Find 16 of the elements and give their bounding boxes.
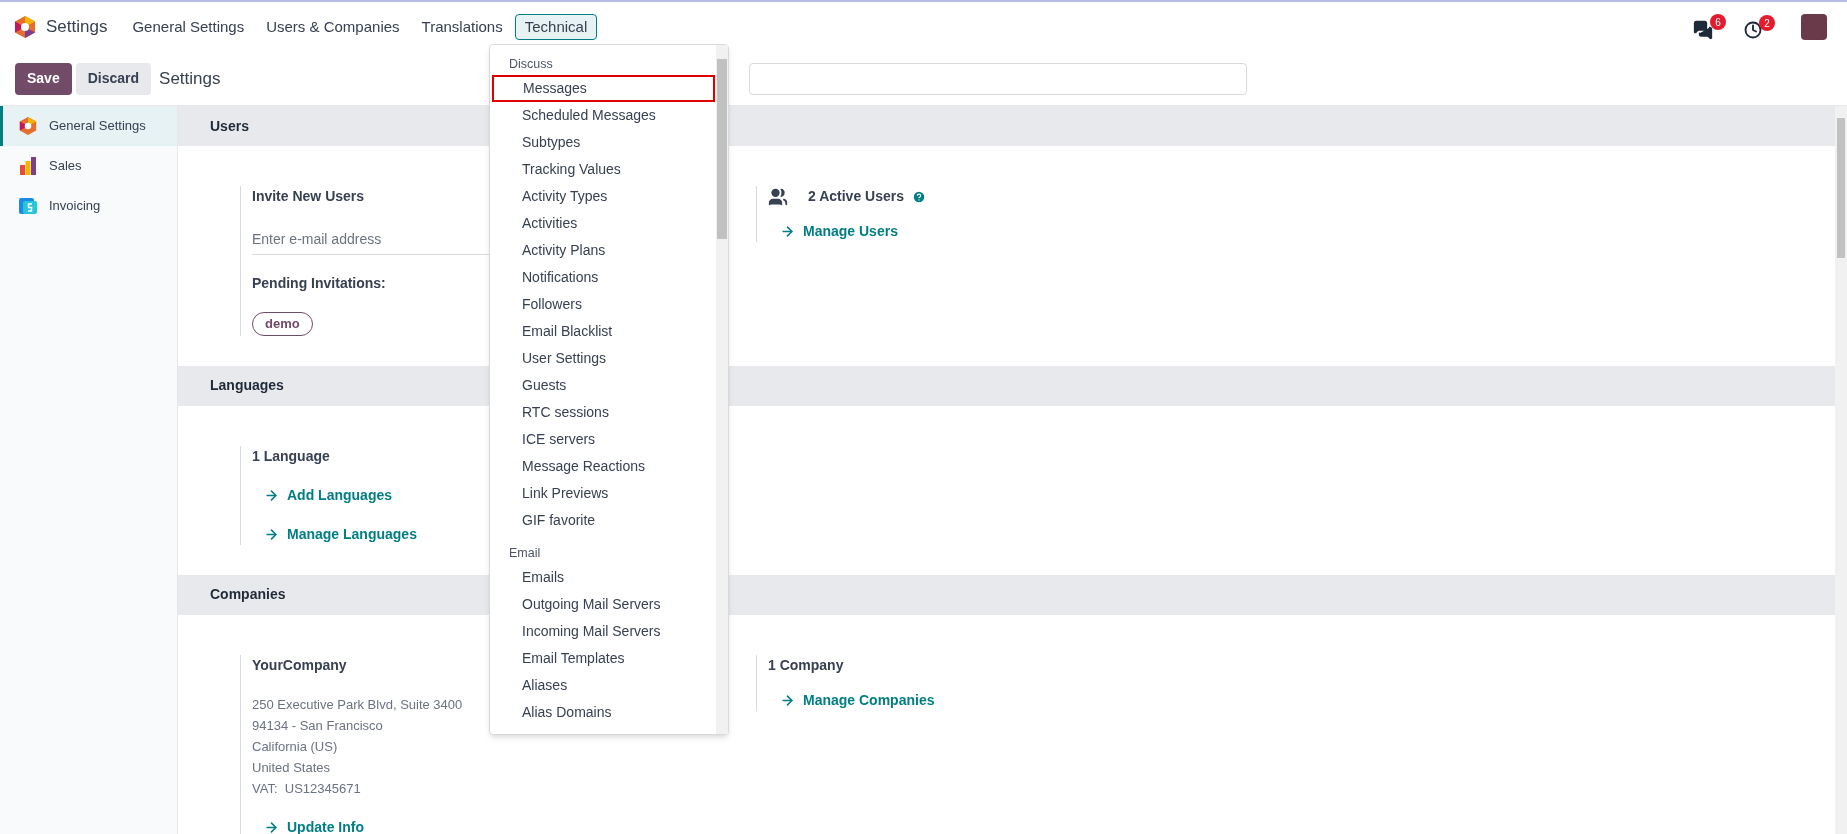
menu-group-heading: Discuss	[508, 55, 554, 73]
setting-title: YourCompany	[252, 655, 347, 675]
notification-count: 6	[1710, 14, 1726, 30]
address-line: 250 Executive Park Blvd, Suite 3400	[252, 695, 463, 714]
setting-title: 1 Company	[768, 655, 844, 675]
setting-title: 1 Language	[252, 446, 330, 466]
setting-title: Invite New Users	[252, 187, 365, 206]
notification-count: 2	[1759, 15, 1775, 31]
address-line: VAT: US12345671	[252, 779, 361, 798]
address-line: 94134 - San Francisco	[252, 716, 383, 735]
address-line: United States	[252, 758, 331, 777]
address-line: California (US)	[252, 737, 338, 756]
breadcrumb-title: Settings	[159, 67, 221, 90]
setting-title: 2 Active Users	[808, 187, 904, 206]
menu-group-heading: Email	[508, 544, 542, 562]
setting-label: Pending Invitations:	[252, 274, 386, 293]
